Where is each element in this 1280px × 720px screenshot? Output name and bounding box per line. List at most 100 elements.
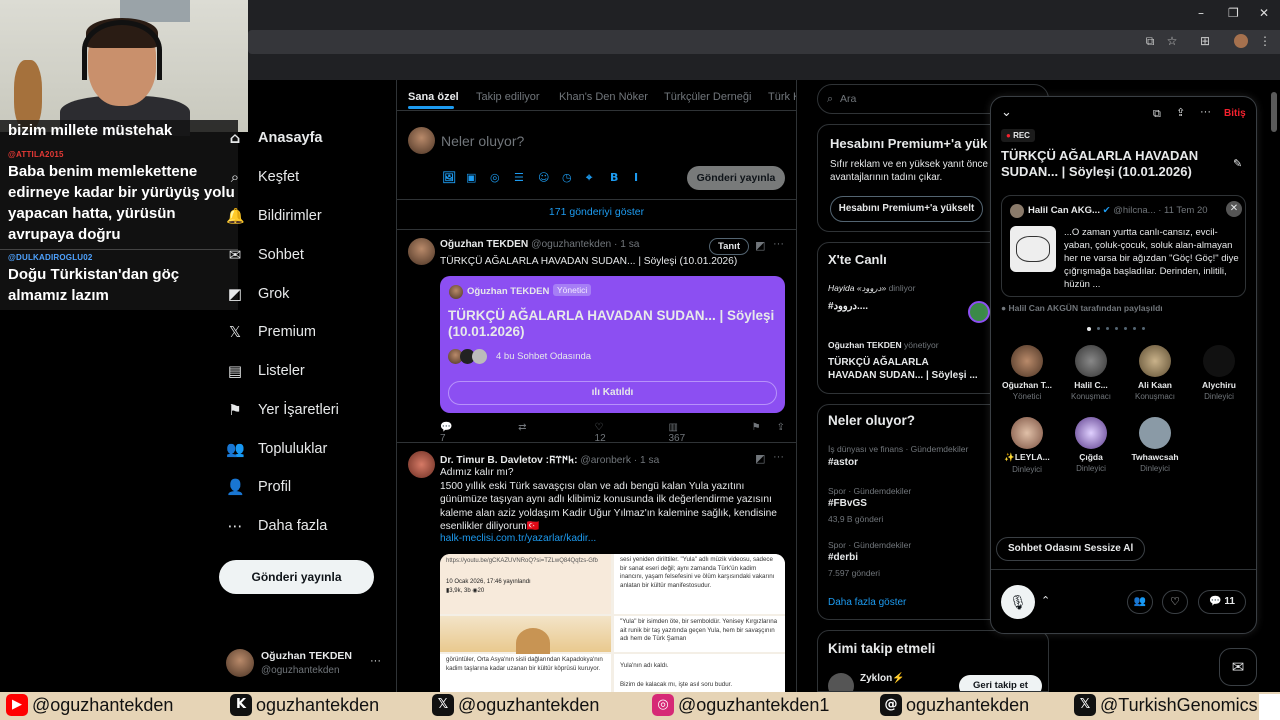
pager-dot[interactable] <box>1106 327 1109 330</box>
emoji-icon[interactable]: ☺ <box>538 171 549 184</box>
sidebar-item-listeler[interactable]: ▤ Listeler <box>226 356 305 386</box>
tab-following[interactable]: Takip ediliyor <box>476 91 540 103</box>
follow-avatar[interactable] <box>828 673 854 691</box>
sidebar-item-keşfet[interactable]: ⌕ Keşfet <box>226 162 299 192</box>
pinned-post[interactable]: Halil Can AKG... ✔ @hilcna... · 11 Tem 2… <box>1001 195 1246 297</box>
account-avatar[interactable] <box>226 649 254 677</box>
extensions-icon[interactable]: ⊞ <box>1198 34 1212 48</box>
people-icon[interactable]: 👥 <box>1127 590 1153 614</box>
tab-list-turkculer[interactable]: Türkçüler Derneği <box>664 91 751 103</box>
leave-space-button[interactable]: Bitiş <box>1224 108 1246 119</box>
pager-dot[interactable] <box>1087 327 1091 331</box>
address-bar[interactable] <box>248 30 1280 54</box>
premium-upgrade-button[interactable]: Hesabını Premium+'a yükselt <box>830 196 983 222</box>
share-icon[interactable]: ⇪ <box>777 422 785 444</box>
repost-icon[interactable]: ⇄ <box>518 422 526 444</box>
schedule-icon[interactable]: ◷ <box>562 171 572 184</box>
live-item-avatar[interactable] <box>968 301 990 323</box>
post-more-icon[interactable]: ··· <box>773 238 784 250</box>
live-item-title[interactable]: TÜRKÇÜ AĞALARLA HAVADAN SUDAN... | Söyle… <box>828 356 978 382</box>
trend-tag[interactable]: #derbi <box>828 552 858 563</box>
space-participant[interactable]: ✨LEYLA... Dinleyici <box>996 417 1058 474</box>
minimize-icon[interactable]: – <box>1198 6 1204 20</box>
space-join-button[interactable]: ılı Katıldı <box>448 381 777 405</box>
sidebar-item-profil[interactable]: 👤 Profil <box>226 472 291 502</box>
italic-icon[interactable]: I <box>634 171 638 184</box>
react-icon[interactable]: ♡ <box>1162 590 1188 614</box>
live-item-title[interactable]: #دروود.... <box>828 301 868 312</box>
scrollbar[interactable] <box>1271 92 1277 132</box>
search-input[interactable]: Ara <box>840 93 856 105</box>
trends-show-more[interactable]: Daha fazla göster <box>828 597 906 608</box>
mute-space-button[interactable]: Sohbet Odasını Sessize Al <box>996 537 1146 561</box>
pager-dot[interactable] <box>1124 327 1127 330</box>
space-participant[interactable]: Alychiru Dinleyici <box>1188 345 1250 401</box>
post-avatar[interactable] <box>408 451 435 478</box>
edit-icon[interactable]: ✎ <box>1233 157 1242 170</box>
sidebar-item-daha-fazla[interactable]: ⋯ Daha fazla <box>226 511 328 541</box>
sidebar-item-sohbet[interactable]: ✉ Sohbet <box>226 240 304 270</box>
share-icon[interactable]: ⇪ <box>1176 106 1185 119</box>
more-icon[interactable]: ··· <box>1200 106 1211 118</box>
space-participant[interactable]: Oğuzhan T... Yönetici <box>996 345 1058 401</box>
post-image[interactable]: https://youtu.be/gCKAZUVNRoQ?si=TZLwQ84Q… <box>440 554 785 692</box>
grok-icon[interactable]: ◎ <box>490 171 500 184</box>
menu-icon[interactable]: ⋮ <box>1258 34 1272 48</box>
reply-icon[interactable]: 💬 7 <box>440 422 458 444</box>
views-icon[interactable]: ▥ 367 <box>668 422 693 444</box>
messages-icon[interactable]: ✉ <box>1219 648 1257 686</box>
pager-dot[interactable] <box>1133 327 1136 330</box>
sidebar-item-yer-i-şaretleri[interactable]: ⚑ Yer İşaretleri <box>226 395 339 425</box>
post-avatar[interactable] <box>408 238 435 265</box>
post-author[interactable]: Oğuzhan TEKDEN <box>440 239 528 250</box>
post-button[interactable]: Gönderi yayınla <box>219 560 374 594</box>
promote-button[interactable]: Tanıt <box>709 238 749 255</box>
post-author[interactable]: Dr. Timur B. Davletov :𐱅𐰇𐰼𐰜: <box>440 455 578 466</box>
composer-post-button[interactable]: Gönderi yayınla <box>687 166 785 190</box>
sidebar-item-premium[interactable]: 𝕏 Premium <box>226 317 316 347</box>
composer-input[interactable]: Neler oluyor? <box>441 133 524 149</box>
trend-tag[interactable]: #astor <box>828 457 858 468</box>
minimize-space-icon[interactable]: ⧉ <box>1153 107 1161 121</box>
star-icon[interactable]: ☆ <box>1165 34 1179 48</box>
follow-name[interactable]: Zyklon⚡ <box>860 673 905 684</box>
cast-icon[interactable]: ⧉ <box>1143 34 1157 48</box>
pager-dot[interactable] <box>1142 327 1145 330</box>
gif-icon[interactable]: ▣ <box>466 171 476 184</box>
post-link[interactable]: halk-meclisi.com.tr/yazarlar/kadir... <box>440 533 596 544</box>
close-icon[interactable]: ✕ <box>1259 6 1269 20</box>
profile-avatar-icon[interactable] <box>1234 34 1248 48</box>
tab-for-you[interactable]: Sana özel <box>408 91 459 103</box>
location-icon[interactable]: ⌖ <box>586 171 592 185</box>
space-participant[interactable]: Çığda Dinleyici <box>1060 417 1122 473</box>
sidebar-item-anasayfa[interactable]: ⌂ Anasayfa <box>226 123 323 153</box>
tab-list-khans-den[interactable]: Khan's Den Nöker <box>559 91 648 103</box>
follow-back-button[interactable]: Geri takip et <box>959 675 1042 691</box>
space-participant[interactable]: Halil C... Konuşmacı <box>1060 345 1122 401</box>
collapse-icon[interactable]: ⌄ <box>1001 105 1012 120</box>
sidebar-item-topluluklar[interactable]: 👥 Topluluklar <box>226 434 327 464</box>
bookmark-icon[interactable]: ⚑ <box>752 422 761 444</box>
trend-tag[interactable]: #FBvGS <box>828 498 867 509</box>
grok-icon[interactable]: ◩ <box>755 452 765 465</box>
post-more-icon[interactable]: ··· <box>773 451 784 463</box>
show-more-posts[interactable]: 171 gönderiyi göster <box>397 206 796 218</box>
sidebar-item-bildirimler[interactable]: 🔔 Bildirimler <box>226 201 322 231</box>
account-more-icon[interactable]: ··· <box>370 655 381 667</box>
pager-dot[interactable] <box>1115 327 1118 330</box>
space-participant[interactable]: Ali Kaan Konuşmacı <box>1124 345 1186 401</box>
space-participant[interactable]: Twhawcsah Dinleyici <box>1124 417 1186 473</box>
pager-dot[interactable] <box>1097 327 1100 330</box>
image-icon[interactable]: 🖼 <box>442 171 456 184</box>
like-icon[interactable]: ♡ 12 <box>595 422 615 444</box>
poll-icon[interactable]: ☰ <box>514 171 524 184</box>
sidebar-item-grok[interactable]: ◩ Grok <box>226 279 290 309</box>
grok-icon[interactable]: ◩ <box>755 239 765 252</box>
microphone-icon[interactable]: 🎙 <box>1001 585 1035 619</box>
close-pinned-icon[interactable]: ✕ <box>1226 201 1242 217</box>
maximize-icon[interactable]: ❐ <box>1228 6 1239 20</box>
comments-button[interactable]: 💬 11 <box>1198 590 1246 614</box>
bold-icon[interactable]: B <box>610 171 618 184</box>
tab-list-turk[interactable]: Türk K <box>768 91 796 103</box>
chevron-up-icon[interactable]: ⌃ <box>1041 594 1050 607</box>
